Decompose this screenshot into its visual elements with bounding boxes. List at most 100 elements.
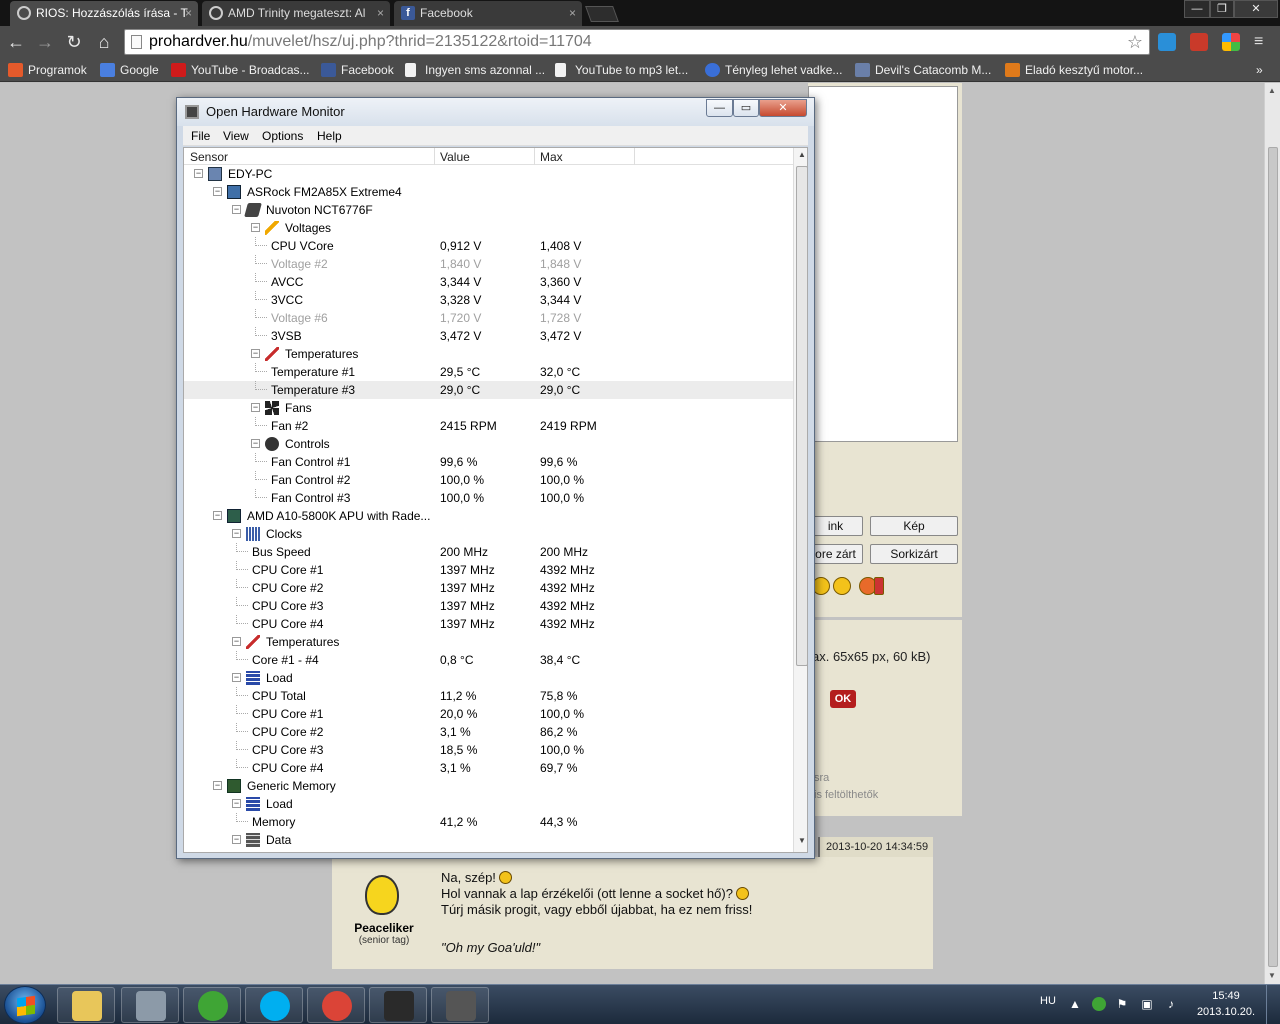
bookmark-facebook[interactable]: Facebook [321, 61, 394, 79]
explorer-taskbar-button[interactable] [57, 987, 115, 1023]
flag-icon[interactable]: ⚑ [1115, 997, 1129, 1011]
sensor-row[interactable]: CPU VCore 0,912 V 1,408 V [184, 237, 793, 255]
page-scrollbar[interactable]: ▲ ▼ [1264, 83, 1280, 984]
sensor-row[interactable]: Voltage #6 1,720 V 1,728 V [184, 309, 793, 327]
menu-view[interactable]: View [223, 129, 249, 143]
collapse-toggle-icon[interactable]: − [251, 439, 260, 448]
bookmark-sms[interactable]: Ingyen sms azonnal ... [405, 61, 545, 79]
sensor-row[interactable]: Voltage #2 1,840 V 1,848 V [184, 255, 793, 273]
utorrent-taskbar-button[interactable] [183, 987, 241, 1023]
image-button[interactable]: Kép [870, 516, 958, 536]
collapse-toggle-icon[interactable]: − [232, 835, 241, 844]
column-divider[interactable] [534, 148, 535, 165]
sensor-row[interactable]: − Generic Memory [184, 777, 793, 795]
collapse-toggle-icon[interactable]: − [251, 403, 260, 412]
scrollbar-thumb[interactable] [1268, 147, 1278, 967]
column-max[interactable]: Max [540, 150, 563, 164]
ohm-scrollbar[interactable]: ▲ ▼ [793, 148, 807, 852]
bookmark-tenyleg[interactable]: Tényleg lehet vadke... [705, 61, 842, 79]
window-close-button[interactable]: ✕ [1234, 0, 1278, 18]
sensor-row[interactable]: − Load [184, 669, 793, 687]
tab-rios[interactable]: RIOS: Hozzászólás írása - T × [10, 1, 198, 26]
sensor-row[interactable]: − ASRock FM2A85X Extreme4 [184, 183, 793, 201]
back-button[interactable]: ← [4, 30, 28, 54]
ok-button[interactable]: OK [830, 690, 856, 708]
bookmark-programok[interactable]: Programok [8, 61, 87, 79]
chrome-taskbar-button[interactable] [307, 987, 365, 1023]
tray-expand-icon[interactable]: ▲ [1068, 997, 1082, 1011]
sensor-row[interactable]: Temperature #3 29,0 °C 29,0 °C [184, 381, 793, 399]
scrollbar-thumb[interactable] [796, 166, 807, 666]
menu-help[interactable]: Help [317, 129, 342, 143]
sensor-row[interactable]: − AMD A10-5800K APU with Rade... [184, 507, 793, 525]
new-tab-button[interactable] [585, 6, 619, 22]
menu-icon[interactable]: ≡ [1254, 33, 1272, 51]
sensor-row[interactable]: Core #1 - #4 0,8 °C 38,4 °C [184, 651, 793, 669]
sensor-row[interactable]: − Voltages [184, 219, 793, 237]
forward-button[interactable]: → [33, 30, 57, 54]
bookmark-google[interactable]: Google [100, 61, 159, 79]
address-bar[interactable]: prohardver.hu/muvelet/hsz/uj.php?thrid=2… [124, 29, 1150, 55]
menu-options[interactable]: Options [262, 129, 303, 143]
collapse-toggle-icon[interactable]: − [232, 673, 241, 682]
justify-button[interactable]: Sorkizárt [870, 544, 958, 564]
sensor-row[interactable]: 3VSB 3,472 V 3,472 V [184, 327, 793, 345]
utorrent-tray-icon[interactable] [1092, 997, 1106, 1011]
collapse-toggle-icon[interactable]: − [194, 169, 203, 178]
download-extension-icon[interactable] [1158, 33, 1176, 51]
sensor-row[interactable]: Bus Speed 200 MHz 200 MHz [184, 543, 793, 561]
column-divider[interactable] [434, 148, 435, 165]
skyrim-taskbar-button[interactable] [369, 987, 427, 1023]
bookmark-youtube[interactable]: YouTube - Broadcas... [171, 61, 310, 79]
sensor-row[interactable]: − Clocks [184, 525, 793, 543]
collapse-toggle-icon[interactable]: − [213, 187, 222, 196]
sensor-row[interactable]: Fan #2 2415 RPM 2419 RPM [184, 417, 793, 435]
network-icon[interactable]: ▣ [1140, 997, 1154, 1011]
tab-close-icon[interactable]: × [569, 1, 576, 25]
sensor-row[interactable]: − Temperatures [184, 345, 793, 363]
column-value[interactable]: Value [440, 150, 470, 164]
sensor-row[interactable]: Fan Control #2 100,0 % 100,0 % [184, 471, 793, 489]
sensor-row[interactable]: − EDY-PC [184, 165, 793, 183]
sensor-row[interactable]: Fan Control #3 100,0 % 100,0 % [184, 489, 793, 507]
sensor-row[interactable]: − Fans [184, 399, 793, 417]
cpu-tool-taskbar-button[interactable] [121, 987, 179, 1023]
sensor-row[interactable]: − Temperatures [184, 633, 793, 651]
collapse-toggle-icon[interactable]: − [232, 637, 241, 646]
bookmark-devils-catacomb[interactable]: Devil's Catacomb M... [855, 61, 991, 79]
show-desktop-button[interactable] [1266, 985, 1280, 1024]
sensor-row[interactable]: 3VCC 3,328 V 3,344 V [184, 291, 793, 309]
language-indicator[interactable]: HU [1040, 995, 1056, 1007]
sensor-row[interactable]: CPU Core #1 20,0 % 100,0 % [184, 705, 793, 723]
volume-icon[interactable]: ♪ [1164, 997, 1178, 1011]
reload-button[interactable]: ↻ [62, 30, 86, 54]
ohm-minimize-button[interactable]: — [706, 99, 733, 117]
post-username[interactable]: Peaceliker [332, 921, 436, 935]
sensor-row[interactable]: CPU Core #4 1397 MHz 4392 MHz [184, 615, 793, 633]
collapse-toggle-icon[interactable]: − [232, 799, 241, 808]
collapse-toggle-icon[interactable]: − [232, 529, 241, 538]
window-minimize-button[interactable]: — [1184, 0, 1210, 18]
sensor-row[interactable]: CPU Core #2 3,1 % 86,2 % [184, 723, 793, 741]
column-divider[interactable] [634, 148, 635, 165]
extension-icon[interactable] [1190, 33, 1208, 51]
scroll-down-icon[interactable]: ▼ [1268, 971, 1276, 980]
column-sensor[interactable]: Sensor [190, 150, 228, 164]
tab-amd-trinity[interactable]: AMD Trinity megateszt: Al × [202, 1, 390, 26]
sensor-row[interactable]: − Data [184, 831, 793, 849]
sensor-row[interactable]: CPU Core #3 1397 MHz 4392 MHz [184, 597, 793, 615]
scroll-down-icon[interactable]: ▼ [798, 836, 806, 845]
collapse-toggle-icon[interactable]: − [251, 349, 260, 358]
smiley-icon[interactable] [874, 577, 884, 595]
bookmark-elado[interactable]: Eladó kesztyű motor... [1005, 61, 1143, 79]
ohm-titlebar[interactable]: Open Hardware Monitor — ▭ ✕ [177, 98, 814, 126]
sensor-row[interactable]: CPU Core #3 18,5 % 100,0 % [184, 741, 793, 759]
sensor-row[interactable]: CPU Core #2 1397 MHz 4392 MHz [184, 579, 793, 597]
bookmark-yt-mp3[interactable]: YouTube to mp3 let... [555, 61, 688, 79]
bookmarks-overflow-button[interactable]: » [1256, 61, 1263, 79]
home-button[interactable]: ⌂ [92, 30, 116, 54]
tab-close-icon[interactable]: × [377, 1, 384, 25]
collapse-toggle-icon[interactable]: − [213, 511, 222, 520]
clock-date[interactable]: 2013.10.20. [1192, 1006, 1260, 1018]
wrap-button[interactable]: ore zárt [808, 544, 863, 564]
